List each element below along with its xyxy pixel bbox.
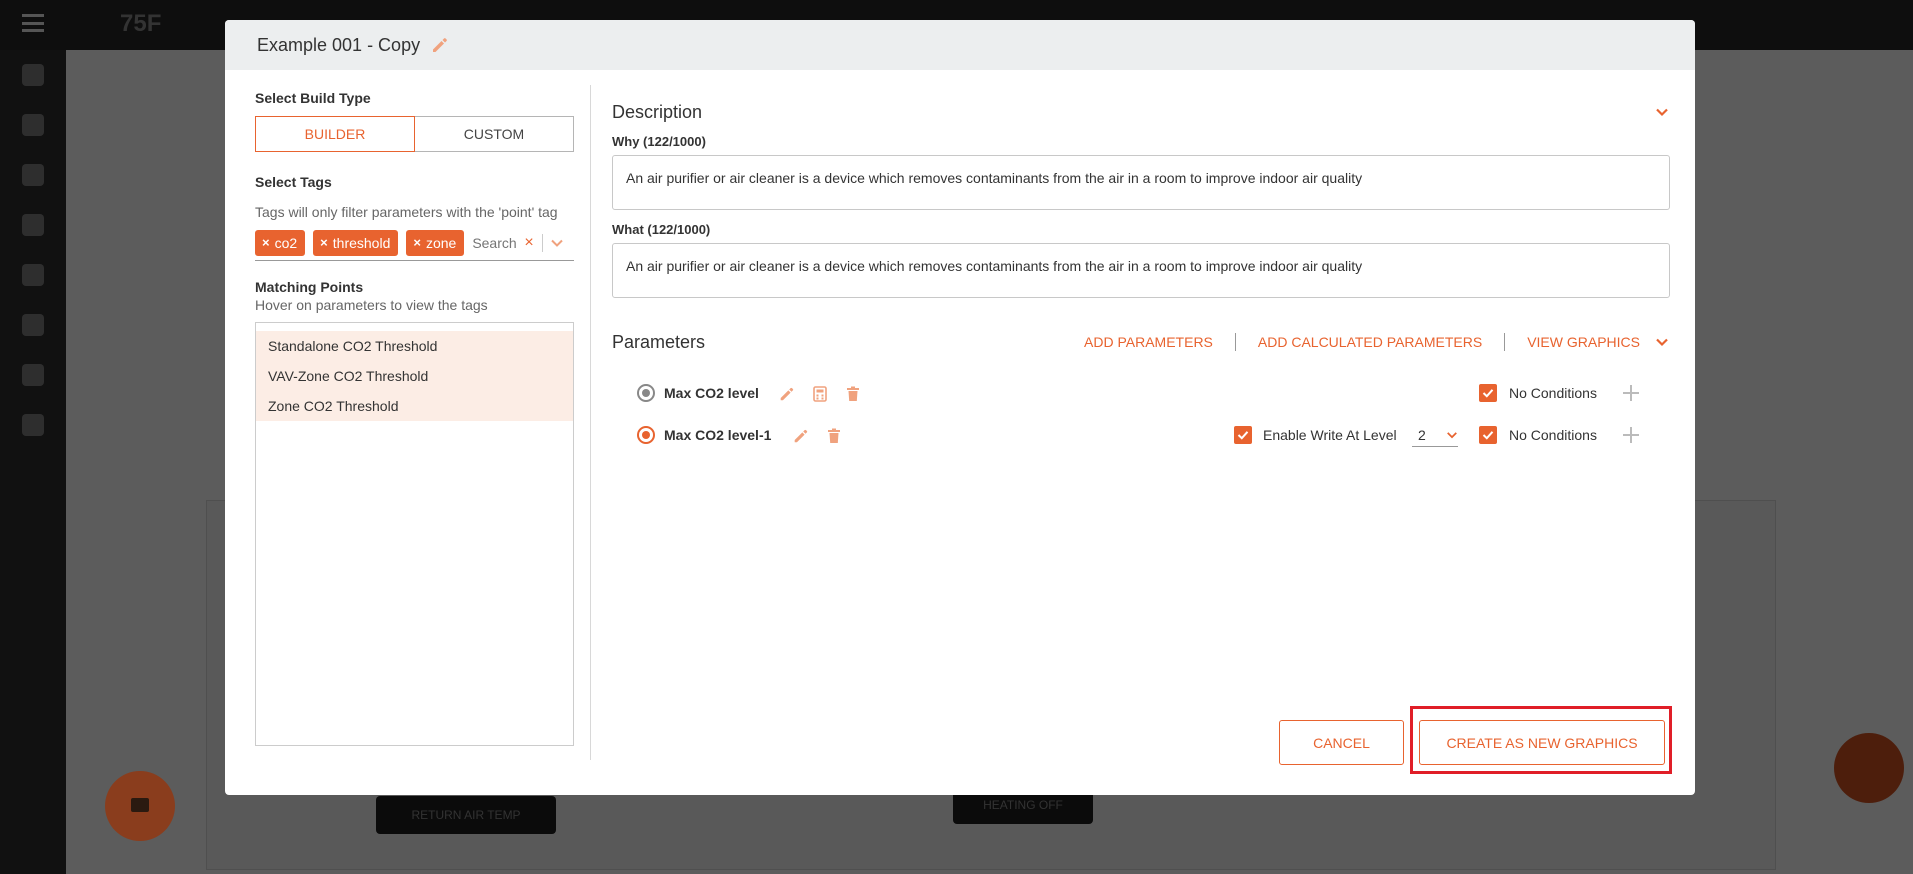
no-conditions-checkbox[interactable] <box>1479 384 1497 402</box>
add-parameters-button[interactable]: ADD PARAMETERS <box>1084 334 1213 350</box>
modal-header: Example 001 - Copy <box>225 20 1695 70</box>
view-graphics-button[interactable]: VIEW GRAPHICS <box>1527 334 1640 350</box>
chevron-down-icon[interactable] <box>1654 104 1670 120</box>
sidebar-nav-icon[interactable] <box>22 314 44 336</box>
trash-icon[interactable] <box>825 427 843 445</box>
pencil-icon[interactable] <box>792 427 810 445</box>
tag-chip[interactable]: × zone <box>406 229 465 256</box>
column-divider <box>590 85 591 760</box>
enable-write-checkbox[interactable] <box>1234 426 1252 444</box>
parameter-row: Max CO2 level-1 Enable Write At Level 2 … <box>612 418 1670 468</box>
matching-points-list: Standalone CO2 Threshold VAV-Zone CO2 Th… <box>255 322 574 746</box>
no-conditions-label: No Conditions <box>1509 385 1597 401</box>
write-level-value: 2 <box>1418 426 1426 443</box>
parameter-radio[interactable] <box>637 426 655 444</box>
parameters-header: Parameters ADD PARAMETERS ADD CALCULATED… <box>612 330 1670 354</box>
description-title: Description <box>612 101 703 122</box>
parameter-radio[interactable] <box>637 384 655 402</box>
builder-button[interactable]: BUILDER <box>255 116 415 152</box>
sidebar-nav-icon[interactable] <box>22 214 44 236</box>
sidebar-nav-icon[interactable] <box>22 364 44 386</box>
sidebar-nav-icon[interactable] <box>22 114 44 136</box>
calculator-icon[interactable] <box>811 385 829 403</box>
parameter-row: Max CO2 level No Conditions <box>612 368 1670 418</box>
right-panel: Description Why (122/1000) An air purifi… <box>612 100 1670 468</box>
what-label: What (122/1000) <box>612 222 711 237</box>
chat-fab-button[interactable] <box>105 771 175 841</box>
highlight-annotation <box>1410 706 1672 774</box>
no-conditions-label: No Conditions <box>1509 427 1597 443</box>
add-fab-button[interactable] <box>1834 733 1904 803</box>
chevron-down-icon[interactable] <box>549 235 565 251</box>
add-calculated-parameters-button[interactable]: ADD CALCULATED PARAMETERS <box>1258 334 1482 350</box>
tag-label: zone <box>425 234 457 251</box>
build-type-toggle: BUILDER CUSTOM <box>255 116 574 152</box>
remove-tag-icon[interactable]: × <box>320 235 328 250</box>
app-logo: 75F <box>120 10 162 37</box>
why-textarea[interactable]: An air purifier or air cleaner is a devi… <box>612 155 1670 210</box>
pencil-icon[interactable] <box>430 35 450 55</box>
remove-tag-icon[interactable]: × <box>413 235 421 250</box>
tag-chip[interactable]: × co2 <box>255 229 306 256</box>
action-divider <box>1504 333 1506 351</box>
background-pill: RETURN AIR TEMP <box>376 796 556 834</box>
matching-points-hint: Hover on parameters to view the tags <box>255 297 488 313</box>
parameters-title: Parameters <box>612 331 706 352</box>
cancel-button[interactable]: CANCEL <box>1279 720 1404 765</box>
tags-selector[interactable]: × co2 × threshold × zone × <box>255 229 574 261</box>
tags-hint: Tags will only filter parameters with th… <box>255 204 558 220</box>
chevron-down-icon[interactable] <box>1654 334 1670 350</box>
sidebar-nav-icon[interactable] <box>22 264 44 286</box>
hamburger-menu-icon[interactable] <box>22 14 44 32</box>
tag-search-input[interactable] <box>472 234 523 251</box>
why-label: Why (122/1000) <box>612 134 706 149</box>
app-sidebar <box>0 50 66 874</box>
write-level-select[interactable]: 2 <box>1412 423 1458 447</box>
tag-label: co2 <box>274 234 298 251</box>
tag-chip[interactable]: × threshold <box>313 229 399 256</box>
select-tags-label: Select Tags <box>255 174 332 190</box>
remove-tag-icon[interactable]: × <box>262 235 270 250</box>
select-build-type-label: Select Build Type <box>255 90 371 106</box>
parameter-name: Max CO2 level-1 <box>664 427 772 443</box>
left-panel: Select Build Type BUILDER CUSTOM Select … <box>255 90 574 780</box>
parameter-name: Max CO2 level <box>664 385 759 401</box>
enable-write-label: Enable Write At Level <box>1263 427 1397 443</box>
clear-tags-icon[interactable]: × <box>524 234 533 252</box>
graphics-builder-modal: Example 001 - Copy Select Build Type BUI… <box>225 20 1695 795</box>
no-conditions-checkbox[interactable] <box>1479 426 1497 444</box>
matching-points-label: Matching Points <box>255 279 364 295</box>
action-divider <box>1234 333 1236 351</box>
plus-icon[interactable] <box>1623 427 1639 443</box>
tag-label: threshold <box>332 234 391 251</box>
modal-title: Example 001 - Copy <box>257 34 421 55</box>
pencil-icon[interactable] <box>778 385 796 403</box>
plus-icon[interactable] <box>1623 385 1639 401</box>
sidebar-nav-icon[interactable] <box>22 64 44 86</box>
list-item[interactable]: Zone CO2 Threshold <box>256 391 573 421</box>
list-item[interactable]: VAV-Zone CO2 Threshold <box>256 361 573 391</box>
description-header: Description <box>612 100 1670 124</box>
custom-button[interactable]: CUSTOM <box>415 116 574 152</box>
sidebar-nav-icon[interactable] <box>22 164 44 186</box>
what-textarea[interactable]: An air purifier or air cleaner is a devi… <box>612 243 1670 298</box>
sidebar-nav-icon[interactable] <box>22 414 44 436</box>
list-item[interactable]: Standalone CO2 Threshold <box>256 331 573 361</box>
trash-icon[interactable] <box>844 385 862 403</box>
tags-divider <box>541 233 543 252</box>
